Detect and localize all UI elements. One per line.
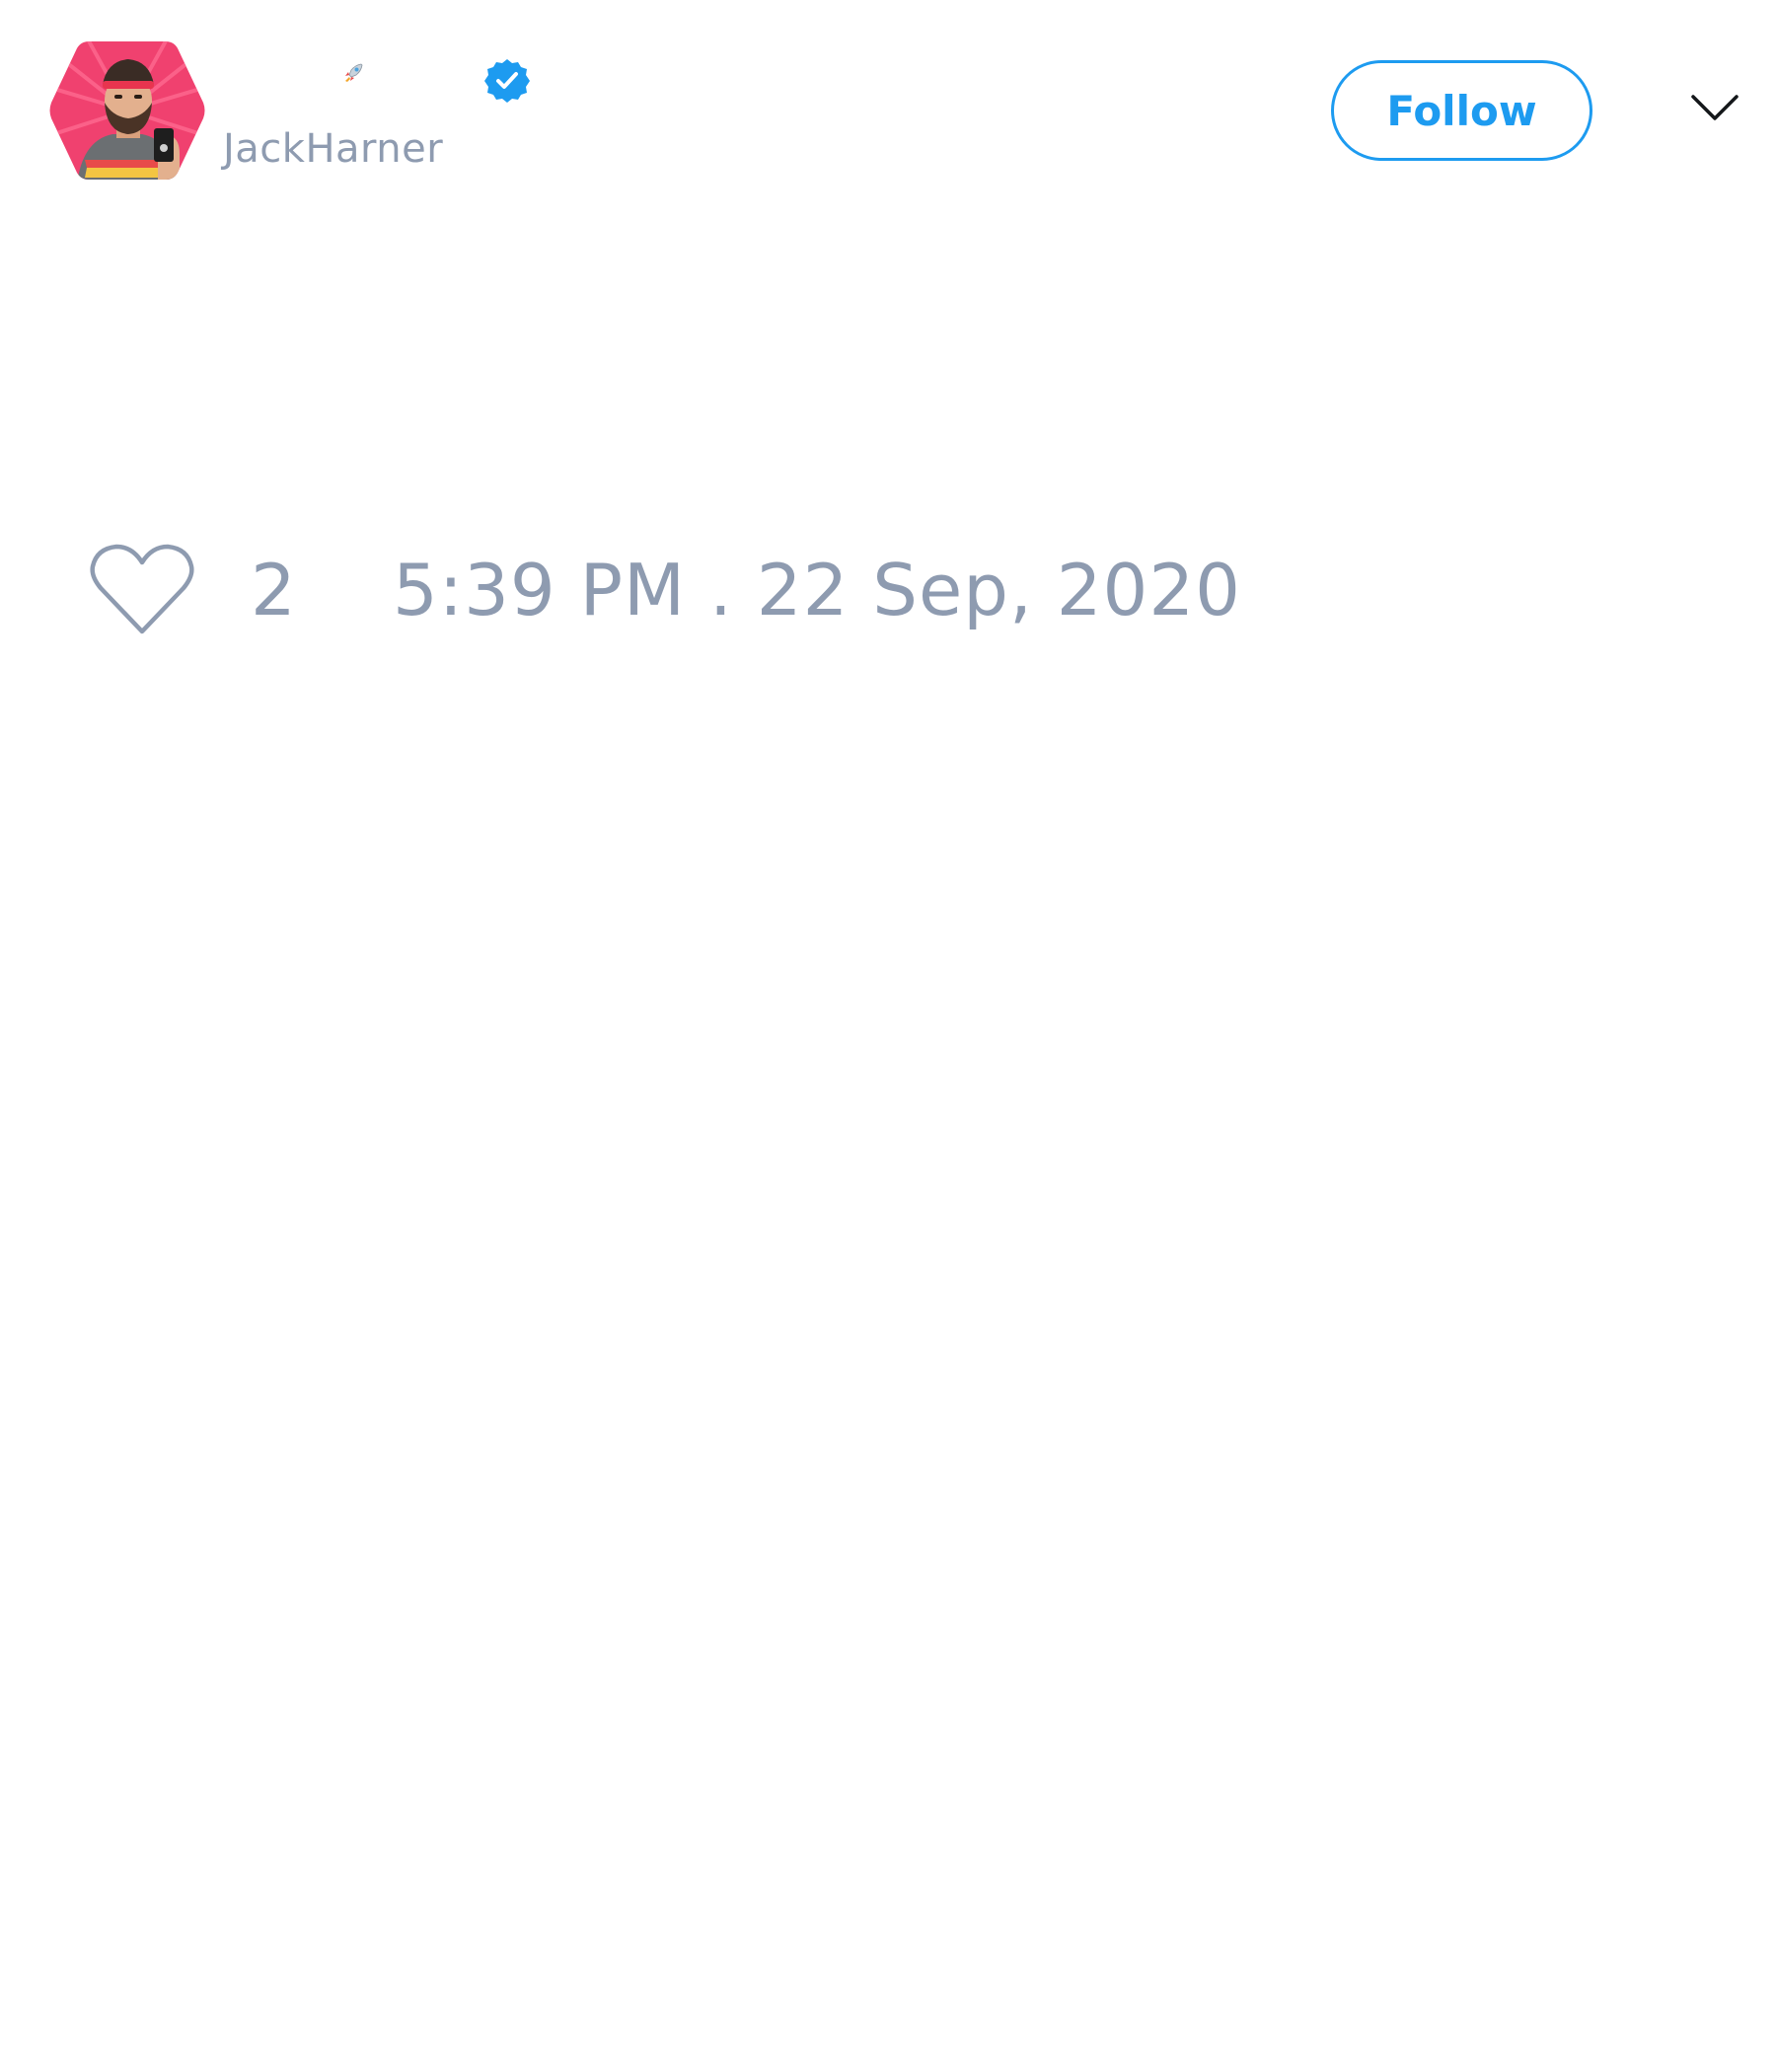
- avatar-image: [49, 41, 205, 180]
- tweet-timestamp[interactable]: 5:39 PM . 22 Sep, 2020: [393, 547, 1241, 633]
- tweet-card: JackHarner Follow 2 5:39 PM . 22 Sep, 20…: [0, 0, 1776, 2072]
- author-handle[interactable]: JackHarner: [223, 126, 443, 172]
- heart-icon[interactable]: [89, 543, 195, 637]
- author-avatar[interactable]: [47, 37, 207, 184]
- chevron-down-icon[interactable]: [1689, 89, 1740, 128]
- rocket-icon: [345, 63, 363, 82]
- verified-badge-icon: [484, 59, 530, 103]
- like-count: 2: [251, 549, 296, 631]
- follow-button[interactable]: Follow: [1331, 60, 1592, 161]
